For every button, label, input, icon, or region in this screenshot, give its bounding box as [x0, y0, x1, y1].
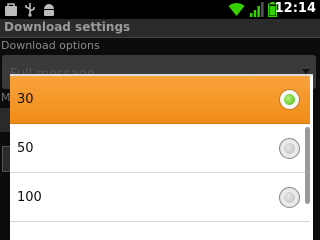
- option-label: 50: [17, 141, 34, 156]
- option-label: 30: [17, 92, 34, 107]
- radio-dot-icon: [284, 94, 295, 105]
- option-label: 100: [17, 190, 42, 205]
- radio-dot-icon: [284, 192, 295, 203]
- signal-icon: [250, 2, 264, 17]
- status-bar: 12:14: [0, 0, 320, 19]
- option-item[interactable]: 30: [10, 76, 310, 124]
- page-title: Download settings: [4, 20, 131, 34]
- radio-dot-icon: [284, 143, 295, 154]
- bag-icon: [5, 3, 17, 16]
- title-bar: Download settings: [0, 19, 320, 38]
- scrollbar[interactable]: [305, 127, 310, 204]
- option-item[interactable]: 50: [10, 125, 310, 173]
- option-list-dialog: 30 50 100: [10, 74, 313, 240]
- radio-button[interactable]: [279, 89, 300, 110]
- usb-icon: [25, 3, 35, 17]
- background-field: [0, 108, 10, 132]
- option-item[interactable]: 100: [10, 174, 310, 222]
- wifi-icon: [228, 2, 245, 16]
- section-label: Download options: [1, 39, 100, 52]
- radio-button[interactable]: [279, 138, 300, 159]
- android-icon: [44, 4, 54, 16]
- radio-button[interactable]: [279, 187, 300, 208]
- clock: 12:14: [274, 1, 316, 16]
